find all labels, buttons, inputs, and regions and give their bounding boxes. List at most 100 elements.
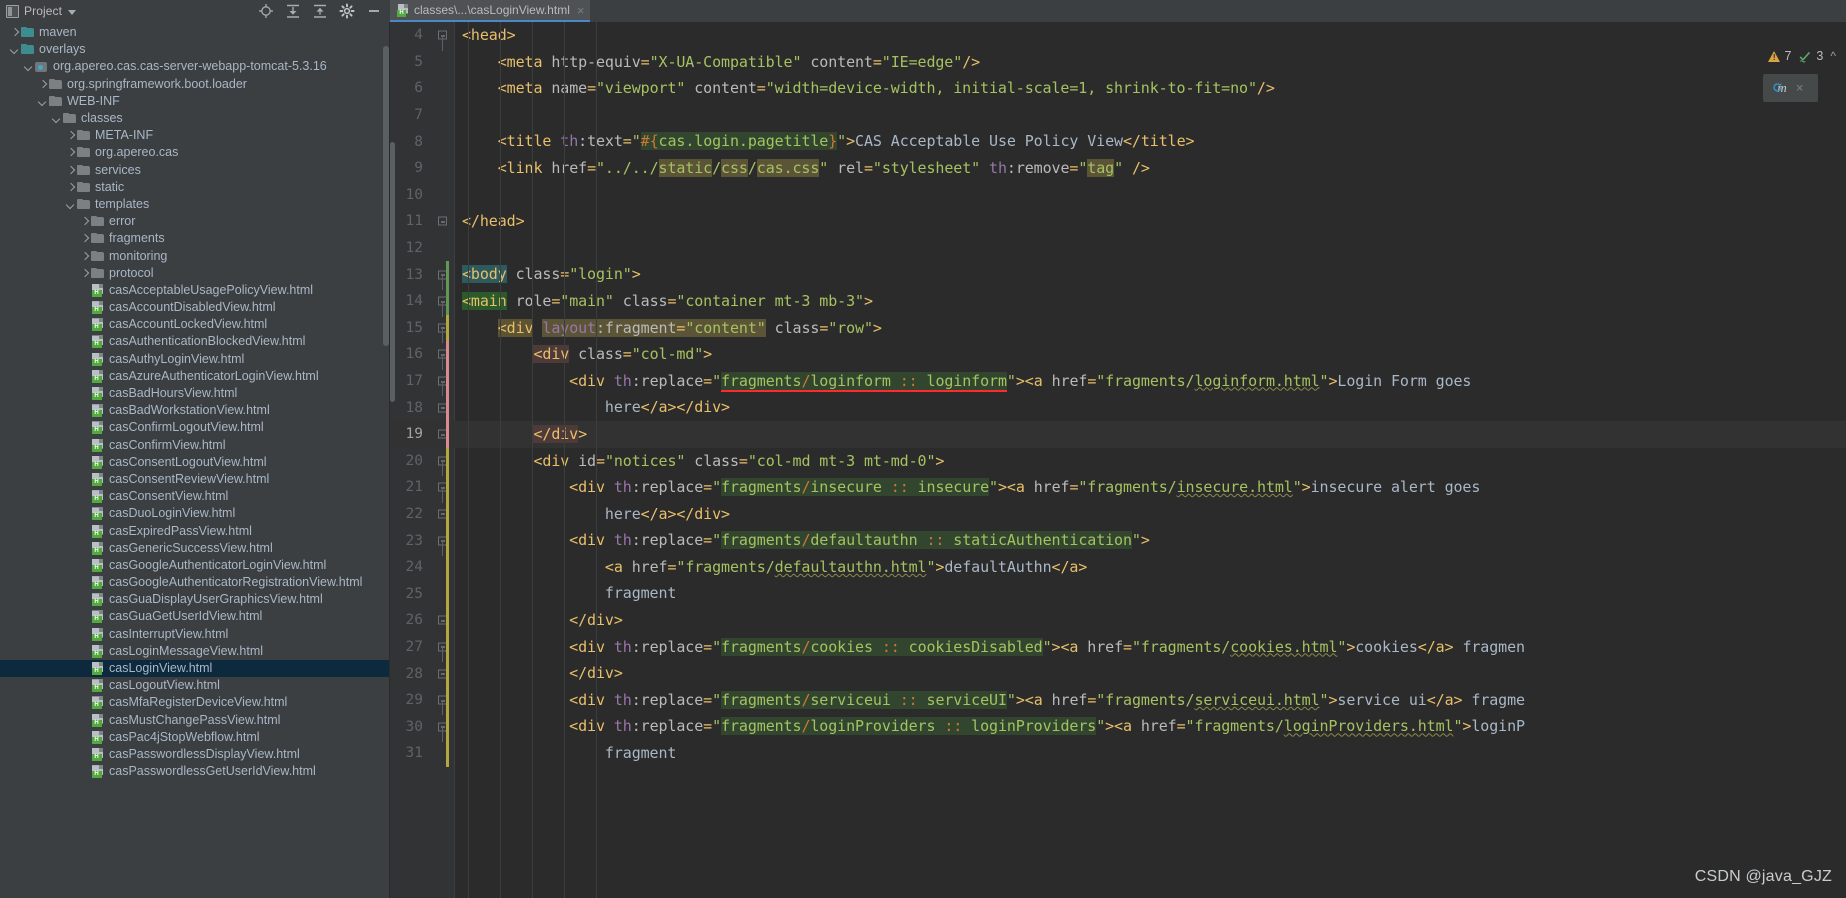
fold-gutter[interactable] — [432, 527, 454, 556]
chevron-down-icon[interactable] — [38, 97, 47, 106]
chevron-right-icon[interactable] — [80, 269, 89, 278]
editor-line[interactable]: 30 <div th:replace="fragments/loginProvi… — [390, 713, 1846, 743]
editor-line[interactable]: 15 <div layout:fragment="content" class=… — [390, 314, 1846, 344]
tree-file-row[interactable]: HcasBadWorkstationView.html — [0, 402, 390, 419]
chevron-down-icon[interactable] — [52, 114, 61, 123]
chevron-down-icon[interactable] — [24, 62, 33, 71]
tree-file-row[interactable]: HcasGuaGetUserIdView.html — [0, 608, 390, 625]
chevron-right-icon[interactable] — [80, 217, 89, 226]
maven-reload-icon[interactable] — [1772, 82, 1783, 93]
tree-file-row[interactable]: HcasInterruptView.html — [0, 626, 390, 643]
locate-icon[interactable] — [258, 3, 274, 19]
tree-file-row[interactable]: HcasAzureAuthenticatorLoginView.html — [0, 368, 390, 385]
tree-file-row[interactable]: HcasLoginMessageView.html — [0, 643, 390, 660]
editor-line[interactable]: 28 </div> — [390, 660, 1846, 687]
chevron-down-icon[interactable] — [68, 9, 77, 15]
tree-file-row[interactable]: HcasAuthenticationBlockedView.html — [0, 333, 390, 350]
tree-file-row[interactable]: HcasConsentView.html — [0, 488, 390, 505]
tree-file-row[interactable]: HcasConsentReviewView.html — [0, 471, 390, 488]
fold-gutter[interactable] — [432, 102, 454, 129]
editor-line[interactable]: 4 <head> — [390, 22, 1846, 51]
editor-line[interactable]: 31 fragment — [390, 740, 1846, 767]
editor-line[interactable]: 24 <a href="fragments/defaultauthn.html"… — [390, 553, 1846, 581]
fold-gutter[interactable] — [432, 687, 454, 716]
fold-gutter[interactable] — [432, 501, 454, 528]
editor-line[interactable]: 11 </head> — [390, 208, 1846, 235]
tree-file-row[interactable]: HcasGenericSuccessView.html — [0, 540, 390, 557]
code-editor[interactable]: 4 <head> 5 <meta http-equiv="X-UA-Compatib… — [390, 22, 1846, 898]
tree-file-row[interactable]: HcasAcceptableUsagePolicyView.html — [0, 282, 390, 299]
chevron-right-icon[interactable] — [38, 80, 47, 89]
editor-line[interactable]: 8 <title th:text="#{cas.login.pagetitle}… — [390, 128, 1846, 155]
tree-folder-row[interactable]: org.apereo.cas.cas-server-webapp-tomcat-… — [0, 58, 390, 75]
tree-file-row[interactable]: HcasBadHoursView.html — [0, 385, 390, 402]
fold-gutter[interactable] — [432, 235, 454, 262]
fold-gutter[interactable] — [432, 341, 454, 370]
tree-file-row[interactable]: HcasMustChangePassView.html — [0, 712, 390, 729]
editor-tab-casloginview[interactable]: H classes\...\casLoginView.html × — [390, 0, 591, 22]
tree-file-row[interactable]: HcasMfaRegisterDeviceView.html — [0, 694, 390, 711]
tree-folder-row[interactable]: org.apereo.cas — [0, 144, 390, 161]
fold-gutter[interactable] — [432, 49, 454, 76]
fold-gutter[interactable] — [432, 421, 454, 448]
editor-line[interactable]: 7 — [390, 102, 1846, 129]
tree-folder-row[interactable]: services — [0, 162, 390, 179]
collapse-all-icon[interactable] — [312, 3, 328, 19]
fold-gutter[interactable] — [432, 634, 454, 663]
editor-line[interactable]: 16 <div class="col-md"> — [390, 341, 1846, 370]
fold-gutter[interactable] — [432, 368, 454, 397]
chevron-right-icon[interactable] — [66, 166, 75, 175]
inspection-widget[interactable]: 7 3 ^ — [1768, 49, 1836, 63]
editor-line[interactable]: 23 <div th:replace="fragments/defaultaut… — [390, 527, 1846, 556]
tree-file-row[interactable]: HcasGoogleAuthenticatorRegistrationView.… — [0, 574, 390, 591]
editor-line[interactable]: 12 — [390, 235, 1846, 262]
fold-gutter[interactable] — [432, 128, 454, 155]
editor-line[interactable]: 29 <div th:replace="fragments/serviceui … — [390, 686, 1846, 716]
editor-line[interactable]: 19 </div> — [390, 420, 1846, 448]
close-icon[interactable]: × — [1790, 81, 1804, 96]
fold-gutter[interactable] — [432, 580, 454, 607]
fold-gutter[interactable] — [432, 394, 454, 421]
editor-line[interactable]: 9 <link href="../../static/css/cas.css" … — [390, 155, 1846, 182]
tree-folder-row[interactable]: overlays — [0, 41, 390, 58]
tree-file-row[interactable]: HcasExpiredPassView.html — [0, 522, 390, 539]
tree-file-row[interactable]: HcasLogoutView.html — [0, 677, 390, 694]
tree-folder-row[interactable]: protocol — [0, 265, 390, 282]
tree-file-row[interactable]: HcasDuoLoginView.html — [0, 505, 390, 522]
editor-line[interactable]: 13 <body class="login"> — [390, 261, 1846, 290]
tree-folder-row[interactable]: static — [0, 179, 390, 196]
fold-gutter[interactable] — [432, 740, 454, 767]
tree-file-row[interactable]: HcasPasswordlessDisplayView.html — [0, 746, 390, 763]
fold-gutter[interactable] — [432, 474, 454, 503]
chevron-up-icon[interactable]: ^ — [1830, 50, 1836, 62]
chevron-right-icon[interactable] — [66, 131, 75, 140]
editor-line[interactable]: 27 <div th:replace="fragments/cookies ::… — [390, 633, 1846, 663]
fold-gutter[interactable] — [432, 22, 454, 51]
tree-file-row[interactable]: HcasAccountLockedView.html — [0, 316, 390, 333]
tree-folder-row[interactable]: monitoring — [0, 247, 390, 264]
tree-file-row[interactable]: HcasGuaDisplayUserGraphicsView.html — [0, 591, 390, 608]
fold-gutter[interactable] — [432, 448, 454, 477]
tree-file-row[interactable]: HcasPasswordlessGetUserIdView.html — [0, 763, 390, 780]
tree-folder-row[interactable]: WEB-INF — [0, 93, 390, 110]
fold-collapse-icon[interactable] — [438, 216, 447, 226]
editor-line[interactable]: 10 — [390, 182, 1846, 209]
editor-line[interactable]: 22 here</a></div> — [390, 500, 1846, 528]
close-icon[interactable]: × — [575, 4, 585, 17]
chevron-right-icon[interactable] — [66, 183, 75, 192]
fold-gutter[interactable] — [432, 660, 454, 687]
fold-gutter[interactable] — [432, 155, 454, 182]
tree-file-row[interactable]: HcasConfirmView.html — [0, 437, 390, 454]
chevron-down-icon[interactable] — [66, 200, 75, 209]
tree-file-row[interactable]: HcasLoginView.html — [0, 659, 390, 678]
expand-all-icon[interactable] — [285, 3, 301, 19]
fold-gutter[interactable] — [432, 315, 454, 344]
chevron-right-icon[interactable] — [66, 148, 75, 157]
tree-folder-row[interactable]: fragments — [0, 230, 390, 247]
chevron-right-icon[interactable] — [80, 252, 89, 261]
tree-folder-row[interactable]: error — [0, 213, 390, 230]
fold-gutter[interactable] — [432, 182, 454, 209]
tree-folder-row[interactable]: maven — [0, 24, 390, 41]
tree-folder-row[interactable]: org.springframework.boot.loader — [0, 76, 390, 93]
editor-line[interactable]: 20 <div id="notices" class="col-md mt-3 … — [390, 447, 1846, 477]
